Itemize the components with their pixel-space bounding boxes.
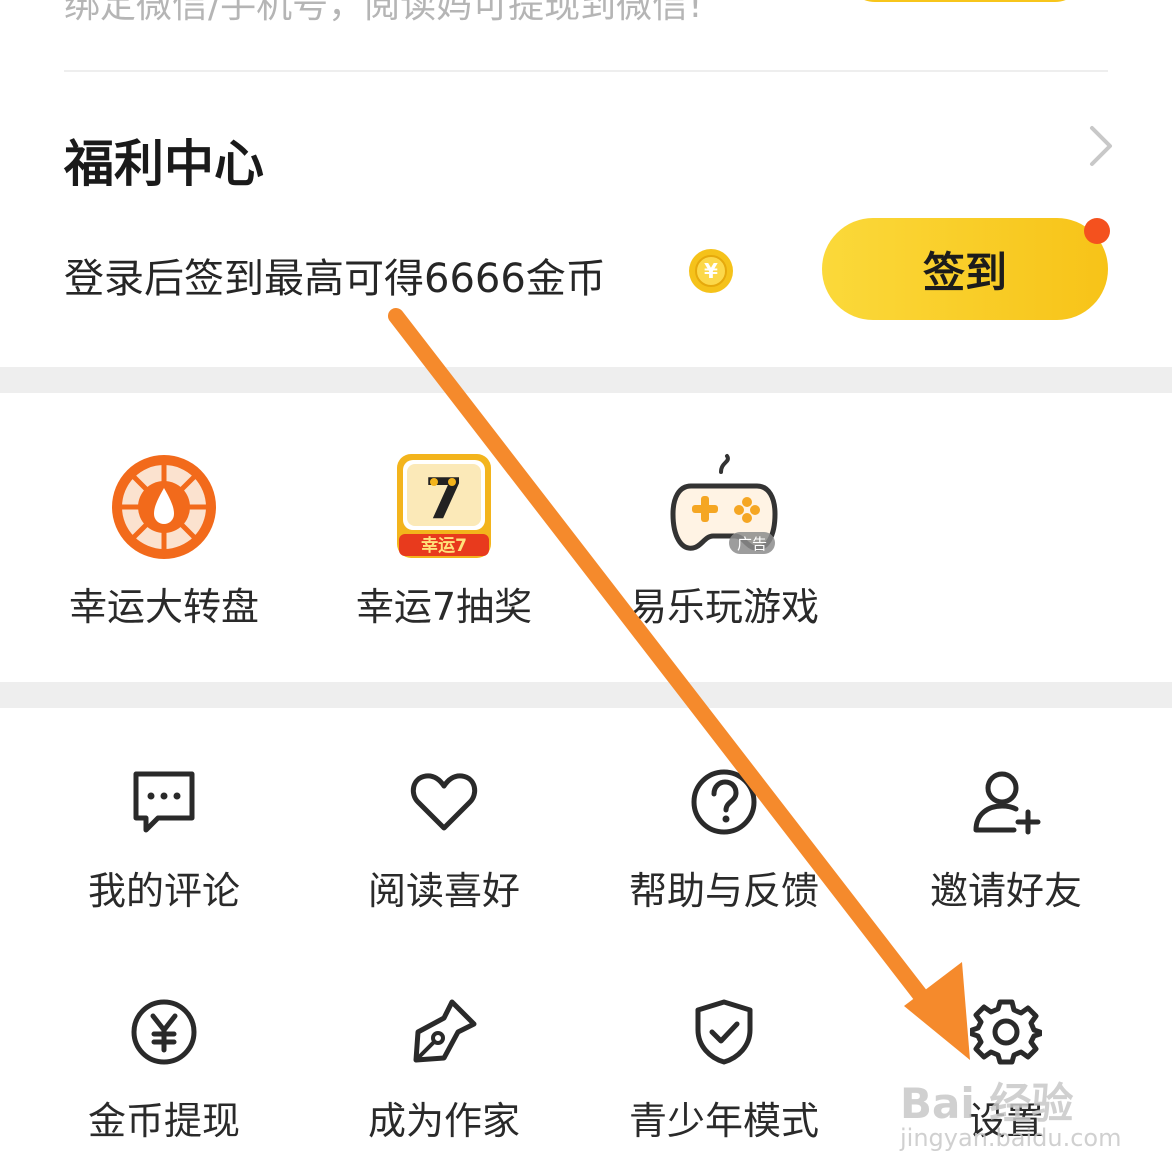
gold-coin-icon: ¥ [689, 249, 733, 293]
add-user-icon [973, 771, 1041, 835]
feature-lucky-seven[interactable]: 7 幸运7 幸运7抽奖 [314, 452, 574, 631]
tool-label: 青少年模式 [628, 1099, 819, 1143]
tool-help-feedback[interactable]: 帮助与反馈 [594, 766, 854, 915]
notification-dot [1084, 218, 1110, 244]
tool-label: 成为作家 [367, 1099, 520, 1143]
section-separator [0, 682, 1172, 708]
lucky-seven-icon: 7 幸运7 [397, 454, 491, 558]
gamepad-icon: 广告 [670, 454, 778, 554]
help-icon [691, 769, 757, 835]
tool-coin-withdraw[interactable]: 金币提现 [34, 996, 294, 1145]
yuan-coin-icon [131, 999, 197, 1065]
welfare-center-title[interactable]: 福利中心 [64, 124, 264, 196]
divider [64, 70, 1108, 72]
bind-wechat-hint: 绑定微信/手机号，阅读妈可提现到微信! [64, 0, 703, 26]
feature-label: 幸运大转盘 [68, 585, 259, 629]
bind-button-edge[interactable] [845, 0, 1085, 2]
tool-label: 邀请好友 [929, 869, 1082, 913]
section-separator [0, 367, 1172, 393]
tool-label: 金币提现 [87, 1099, 240, 1143]
tool-label: 我的评论 [87, 869, 240, 913]
svg-text:¥: ¥ [704, 259, 718, 283]
feature-lucky-wheel[interactable]: 幸运大转盘 [34, 452, 294, 631]
baidu-watermark: Bai 经验 [900, 1079, 1074, 1128]
watermark-url: jingyan.baidu.com [900, 1124, 1122, 1152]
gear-icon [970, 999, 1042, 1065]
feature-game[interactable]: 广告 易乐玩游戏 [594, 452, 854, 631]
feature-label: 易乐玩游戏 [628, 585, 819, 629]
heart-icon [410, 773, 478, 831]
tool-invite-friends[interactable]: 邀请好友 [876, 766, 1136, 915]
svg-text:幸运7: 幸运7 [421, 535, 467, 556]
svg-text:广告: 广告 [737, 535, 767, 553]
lucky-wheel-icon [112, 455, 216, 559]
tool-my-comments[interactable]: 我的评论 [34, 766, 294, 915]
comment-icon [133, 771, 195, 833]
svg-text:7: 7 [425, 467, 464, 532]
tool-become-writer[interactable]: 成为作家 [314, 996, 574, 1145]
tool-label: 帮助与反馈 [628, 869, 819, 913]
tool-reading-preference[interactable]: 阅读喜好 [314, 766, 574, 915]
shield-check-icon [695, 999, 753, 1065]
pen-nib-icon [413, 999, 477, 1063]
sign-in-description: 登录后签到最高可得6666金币 [64, 256, 606, 302]
feature-label: 幸运7抽奖 [355, 585, 533, 629]
tool-teen-mode[interactable]: 青少年模式 [594, 996, 854, 1145]
sign-in-button[interactable]: 签到 [822, 218, 1108, 320]
chevron-right-icon[interactable] [1080, 122, 1124, 170]
tool-label: 阅读喜好 [367, 869, 520, 913]
